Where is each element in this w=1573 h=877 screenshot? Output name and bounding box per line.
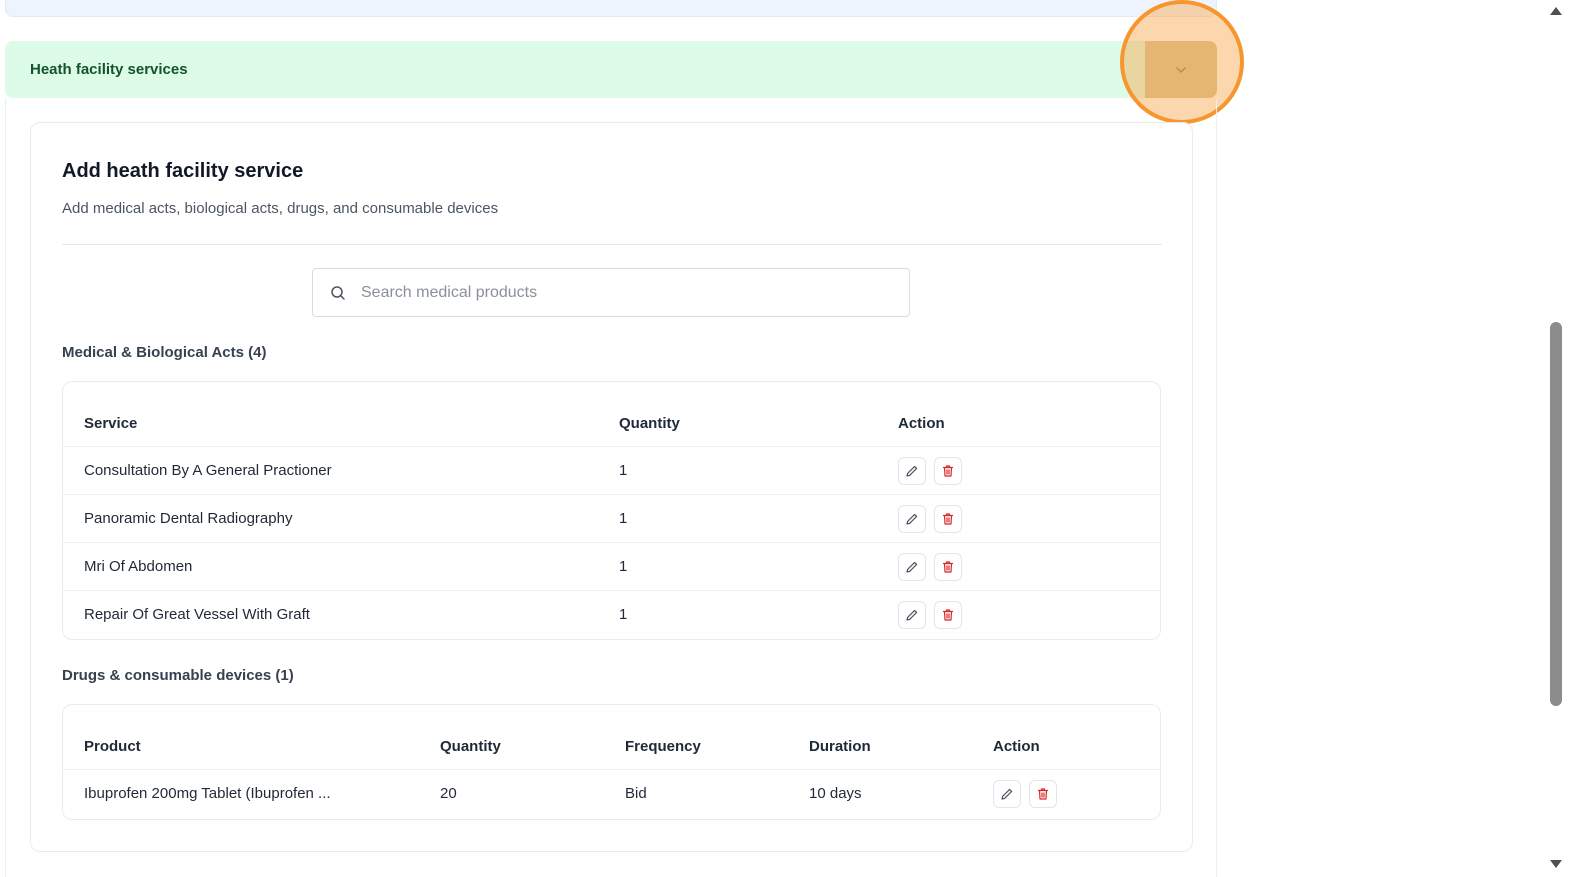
product-duration: 10 days (809, 785, 862, 802)
column-frequency: Frequency (625, 738, 701, 755)
edit-button[interactable] (898, 601, 926, 629)
accordion-toggle-button[interactable] (1145, 41, 1217, 98)
search-box[interactable] (312, 268, 910, 317)
column-quantity: Quantity (619, 415, 680, 432)
scrollbar-thumb[interactable] (1550, 322, 1562, 706)
accordion-health-facility-services[interactable]: Heath facility services (5, 41, 1217, 98)
service-name: Repair Of Great Vessel With Graft (84, 606, 310, 623)
vertical-scrollbar[interactable] (1545, 0, 1567, 877)
table-row: Repair Of Great Vessel With Graft 1 (63, 591, 1160, 639)
pencil-icon (906, 609, 918, 621)
service-name: Panoramic Dental Radiography (84, 510, 293, 527)
product-frequency: Bid (625, 785, 647, 802)
delete-button[interactable] (934, 601, 962, 629)
medical-acts-title: Medical & Biological Acts (4) (62, 344, 267, 361)
delete-button[interactable] (1029, 780, 1057, 808)
column-quantity: Quantity (440, 738, 501, 755)
table-row: Panoramic Dental Radiography 1 (63, 495, 1160, 543)
trash-icon (942, 465, 954, 477)
accordion-title: Heath facility services (30, 61, 188, 78)
table-header: Product Quantity Frequency Duration Acti… (63, 705, 1160, 770)
column-duration: Duration (809, 738, 871, 755)
edit-button[interactable] (898, 457, 926, 485)
product-quantity: 20 (440, 785, 457, 802)
pencil-icon (906, 561, 918, 573)
table-row: Mri Of Abdomen 1 (63, 543, 1160, 591)
table-row: Consultation By A General Practioner 1 (63, 447, 1160, 495)
column-service: Service (84, 415, 138, 432)
card-title: Add heath facility service (62, 160, 304, 182)
search-input[interactable] (361, 270, 891, 315)
edit-button[interactable] (898, 553, 926, 581)
table-row: Ibuprofen 200mg Tablet (Ibuprofen ... 20… (63, 770, 1160, 818)
scroll-up-arrow-icon[interactable] (1549, 5, 1563, 17)
trash-icon (942, 561, 954, 573)
column-action: Action (898, 415, 945, 432)
delete-button[interactable] (934, 553, 962, 581)
delete-button[interactable] (934, 505, 962, 533)
delete-button[interactable] (934, 457, 962, 485)
column-product: Product (84, 738, 141, 755)
chevron-down-icon (1176, 66, 1186, 73)
pencil-icon (906, 513, 918, 525)
edit-button[interactable] (993, 780, 1021, 808)
product-name: Ibuprofen 200mg Tablet (Ibuprofen ... (84, 785, 331, 802)
search-icon (331, 286, 345, 300)
trash-icon (1037, 788, 1049, 800)
service-quantity: 1 (619, 558, 628, 575)
pencil-icon (1001, 788, 1013, 800)
service-name: Consultation By A General Practioner (84, 462, 332, 479)
scroll-down-arrow-icon[interactable] (1549, 858, 1563, 870)
service-quantity: 1 (619, 462, 628, 479)
column-action: Action (993, 738, 1040, 755)
service-quantity: 1 (619, 510, 628, 527)
add-service-card: Add heath facility service Add medical a… (30, 122, 1193, 852)
pencil-icon (906, 465, 918, 477)
trash-icon (942, 513, 954, 525)
previous-section-footer (5, 0, 1217, 17)
edit-button[interactable] (898, 505, 926, 533)
card-subtitle: Add medical acts, biological acts, drugs… (62, 200, 499, 217)
medical-acts-table: Service Quantity Action Consultation By … (62, 381, 1161, 640)
trash-icon (942, 609, 954, 621)
table-header: Service Quantity Action (63, 382, 1160, 447)
divider (62, 244, 1162, 245)
service-name: Mri Of Abdomen (84, 558, 193, 575)
service-quantity: 1 (619, 606, 628, 623)
drugs-title: Drugs & consumable devices (1) (62, 667, 294, 684)
drugs-table: Product Quantity Frequency Duration Acti… (62, 704, 1161, 820)
